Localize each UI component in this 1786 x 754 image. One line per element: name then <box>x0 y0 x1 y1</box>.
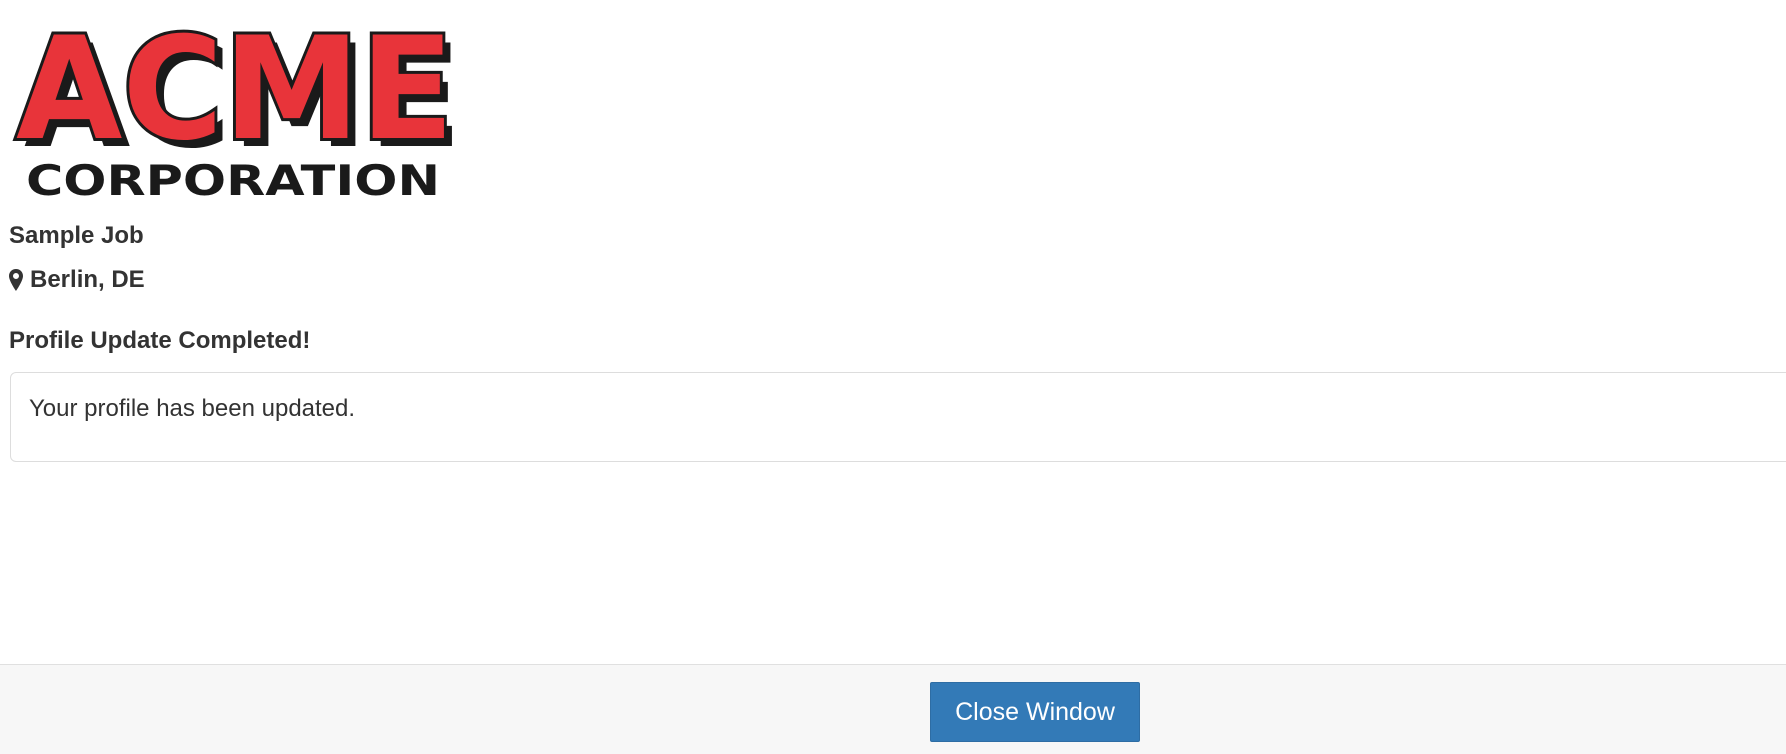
message-text: Your profile has been updated. <box>29 395 356 422</box>
logo-corporation-wordmark: CORPORATION <box>26 156 440 204</box>
svg-text:ACME: ACME <box>16 14 454 172</box>
job-title: Sample Job <box>9 222 144 249</box>
footer-bar: Close Window <box>0 664 1786 754</box>
acme-corporation-logo: ACME ACME CORPORATION <box>13 14 460 204</box>
map-pin-icon <box>9 269 23 291</box>
job-location: Berlin, DE <box>9 266 145 294</box>
page: ACME ACME CORPORATION Sample Job Berlin,… <box>0 0 1786 754</box>
close-window-button[interactable]: Close Window <box>930 682 1140 742</box>
message-panel: Your profile has been updated. <box>10 372 1786 462</box>
status-heading: Profile Update Completed! <box>9 327 311 354</box>
job-location-text: Berlin, DE <box>30 266 145 293</box>
